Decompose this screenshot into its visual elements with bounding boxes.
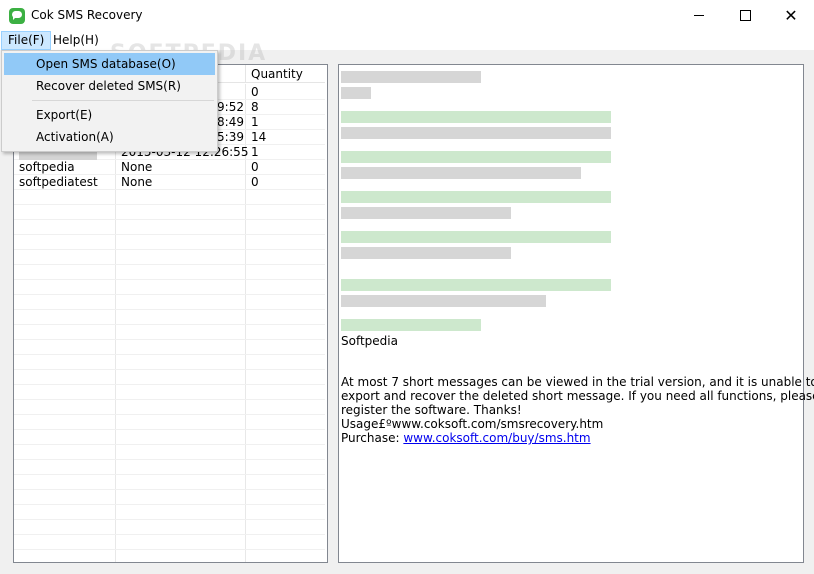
file-dropdown-menu: Open SMS database(O) Recover deleted SMS… (1, 50, 218, 152)
redacted-text (341, 295, 546, 307)
menu-item-recover-deleted-sms[interactable]: Recover deleted SMS(R) (4, 75, 215, 97)
redacted-text (341, 167, 581, 179)
redacted-text (341, 151, 611, 163)
redacted-text (341, 231, 611, 243)
sms-app-icon (9, 8, 25, 24)
message-sender: Softpedia (341, 334, 398, 348)
close-button[interactable]: ✕ (768, 0, 814, 31)
redacted-text (341, 127, 611, 139)
minimize-icon (694, 15, 704, 16)
redacted-text (341, 71, 481, 83)
column-divider (115, 84, 116, 562)
minimize-button[interactable] (676, 0, 722, 31)
redacted-text (341, 111, 611, 123)
row-quantity: 8 (251, 100, 259, 114)
row-date: None (121, 175, 153, 189)
redacted-text (341, 191, 611, 203)
redacted-text (341, 207, 511, 219)
row-name: softpedia (19, 160, 75, 174)
window-title: Cok SMS Recovery (31, 8, 143, 22)
row-quantity: 0 (251, 175, 259, 189)
trial-notice-line: At most 7 short messages can be viewed i… (341, 375, 814, 389)
trial-notice-line: export and recover the deleted short mes… (341, 389, 814, 403)
message-view[interactable]: Softpedia At most 7 short messages can b… (338, 64, 814, 563)
row-quantity: 1 (251, 145, 259, 159)
close-icon: ✕ (784, 6, 798, 25)
redacted-text (341, 87, 371, 99)
maximize-button[interactable] (722, 0, 768, 31)
redacted-text (341, 247, 511, 259)
usage-line: Usage£ºwww.coksoft.com/smsrecovery.htm (341, 417, 604, 431)
row-quantity: 0 (251, 85, 259, 99)
menu-help[interactable]: Help(H) (47, 31, 105, 50)
column-header-quantity[interactable]: Quantity (246, 65, 325, 83)
menu-separator (32, 100, 214, 101)
title-bar[interactable]: Cok SMS Recovery ✕ (0, 0, 814, 31)
menu-item-open-sms-database[interactable]: Open SMS database(O) (4, 53, 215, 75)
maximize-icon (739, 10, 751, 21)
row-quantity: 1 (251, 115, 259, 129)
redacted-text (341, 319, 481, 331)
menu-file[interactable]: File(F) (1, 31, 52, 50)
menu-item-activation[interactable]: Activation(A) (4, 126, 215, 148)
row-quantity: 0 (251, 160, 259, 174)
row-date: None (121, 160, 153, 174)
trial-notice-line: register the software. Thanks! (341, 403, 522, 417)
menu-item-export[interactable]: Export(E) (4, 104, 215, 126)
row-name: softpediatest (19, 175, 98, 189)
purchase-link[interactable]: www.coksoft.com/buy/sms.htm (403, 431, 590, 445)
purchase-line: Purchase: www.coksoft.com/buy/sms.htm (341, 431, 591, 445)
purchase-label: Purchase: (341, 431, 404, 445)
row-quantity: 14 (251, 130, 267, 144)
redacted-text (341, 279, 611, 291)
